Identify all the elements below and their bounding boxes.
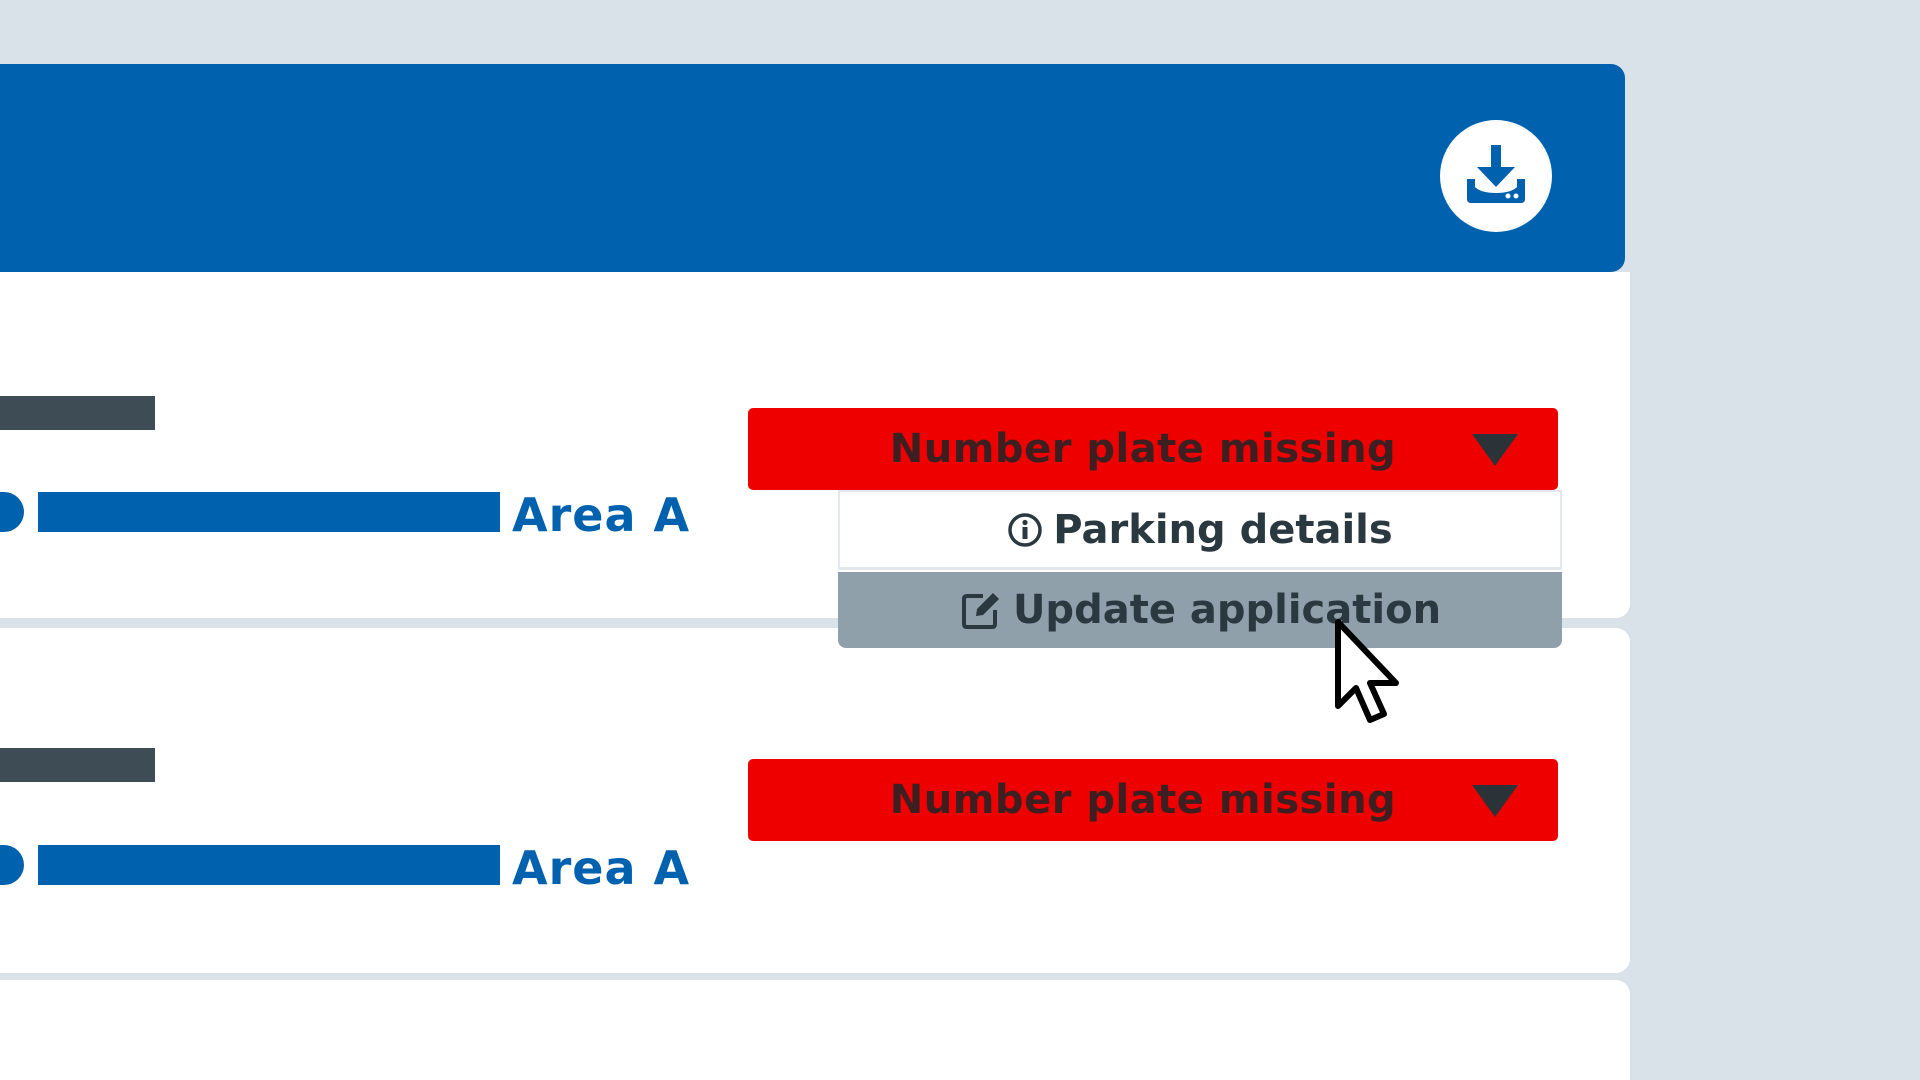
- app-screen: Area A Number plate missing Area A Numbe…: [0, 0, 1920, 1080]
- menu-item-update-application[interactable]: Update application: [838, 572, 1562, 648]
- status-label: Number plate missing: [889, 426, 1397, 472]
- page-header: [0, 64, 1625, 272]
- applicant-name-redacted: [0, 396, 155, 430]
- menu-item-label: Parking details: [1053, 506, 1393, 553]
- edit-icon: [959, 588, 1003, 632]
- area-label: Area A: [512, 488, 691, 542]
- address-redacted: [38, 845, 500, 885]
- address-redacted: [38, 492, 500, 532]
- status-menu: Parking details Update application: [838, 490, 1562, 648]
- menu-item-parking-details[interactable]: Parking details: [838, 490, 1562, 570]
- status-dropdown[interactable]: Number plate missing: [748, 759, 1558, 841]
- download-button[interactable]: [1440, 120, 1552, 232]
- info-icon: [1007, 512, 1043, 548]
- status-dropdown[interactable]: Number plate missing: [748, 408, 1558, 490]
- application-card-3: [0, 980, 1630, 1080]
- download-icon: [1467, 145, 1525, 203]
- area-label: Area A: [512, 841, 691, 895]
- status-label: Number plate missing: [889, 777, 1397, 823]
- caret-down-icon: [1472, 434, 1518, 466]
- menu-item-label: Update application: [1012, 587, 1442, 633]
- applicant-name-redacted: [0, 748, 155, 782]
- caret-down-icon: [1472, 785, 1518, 817]
